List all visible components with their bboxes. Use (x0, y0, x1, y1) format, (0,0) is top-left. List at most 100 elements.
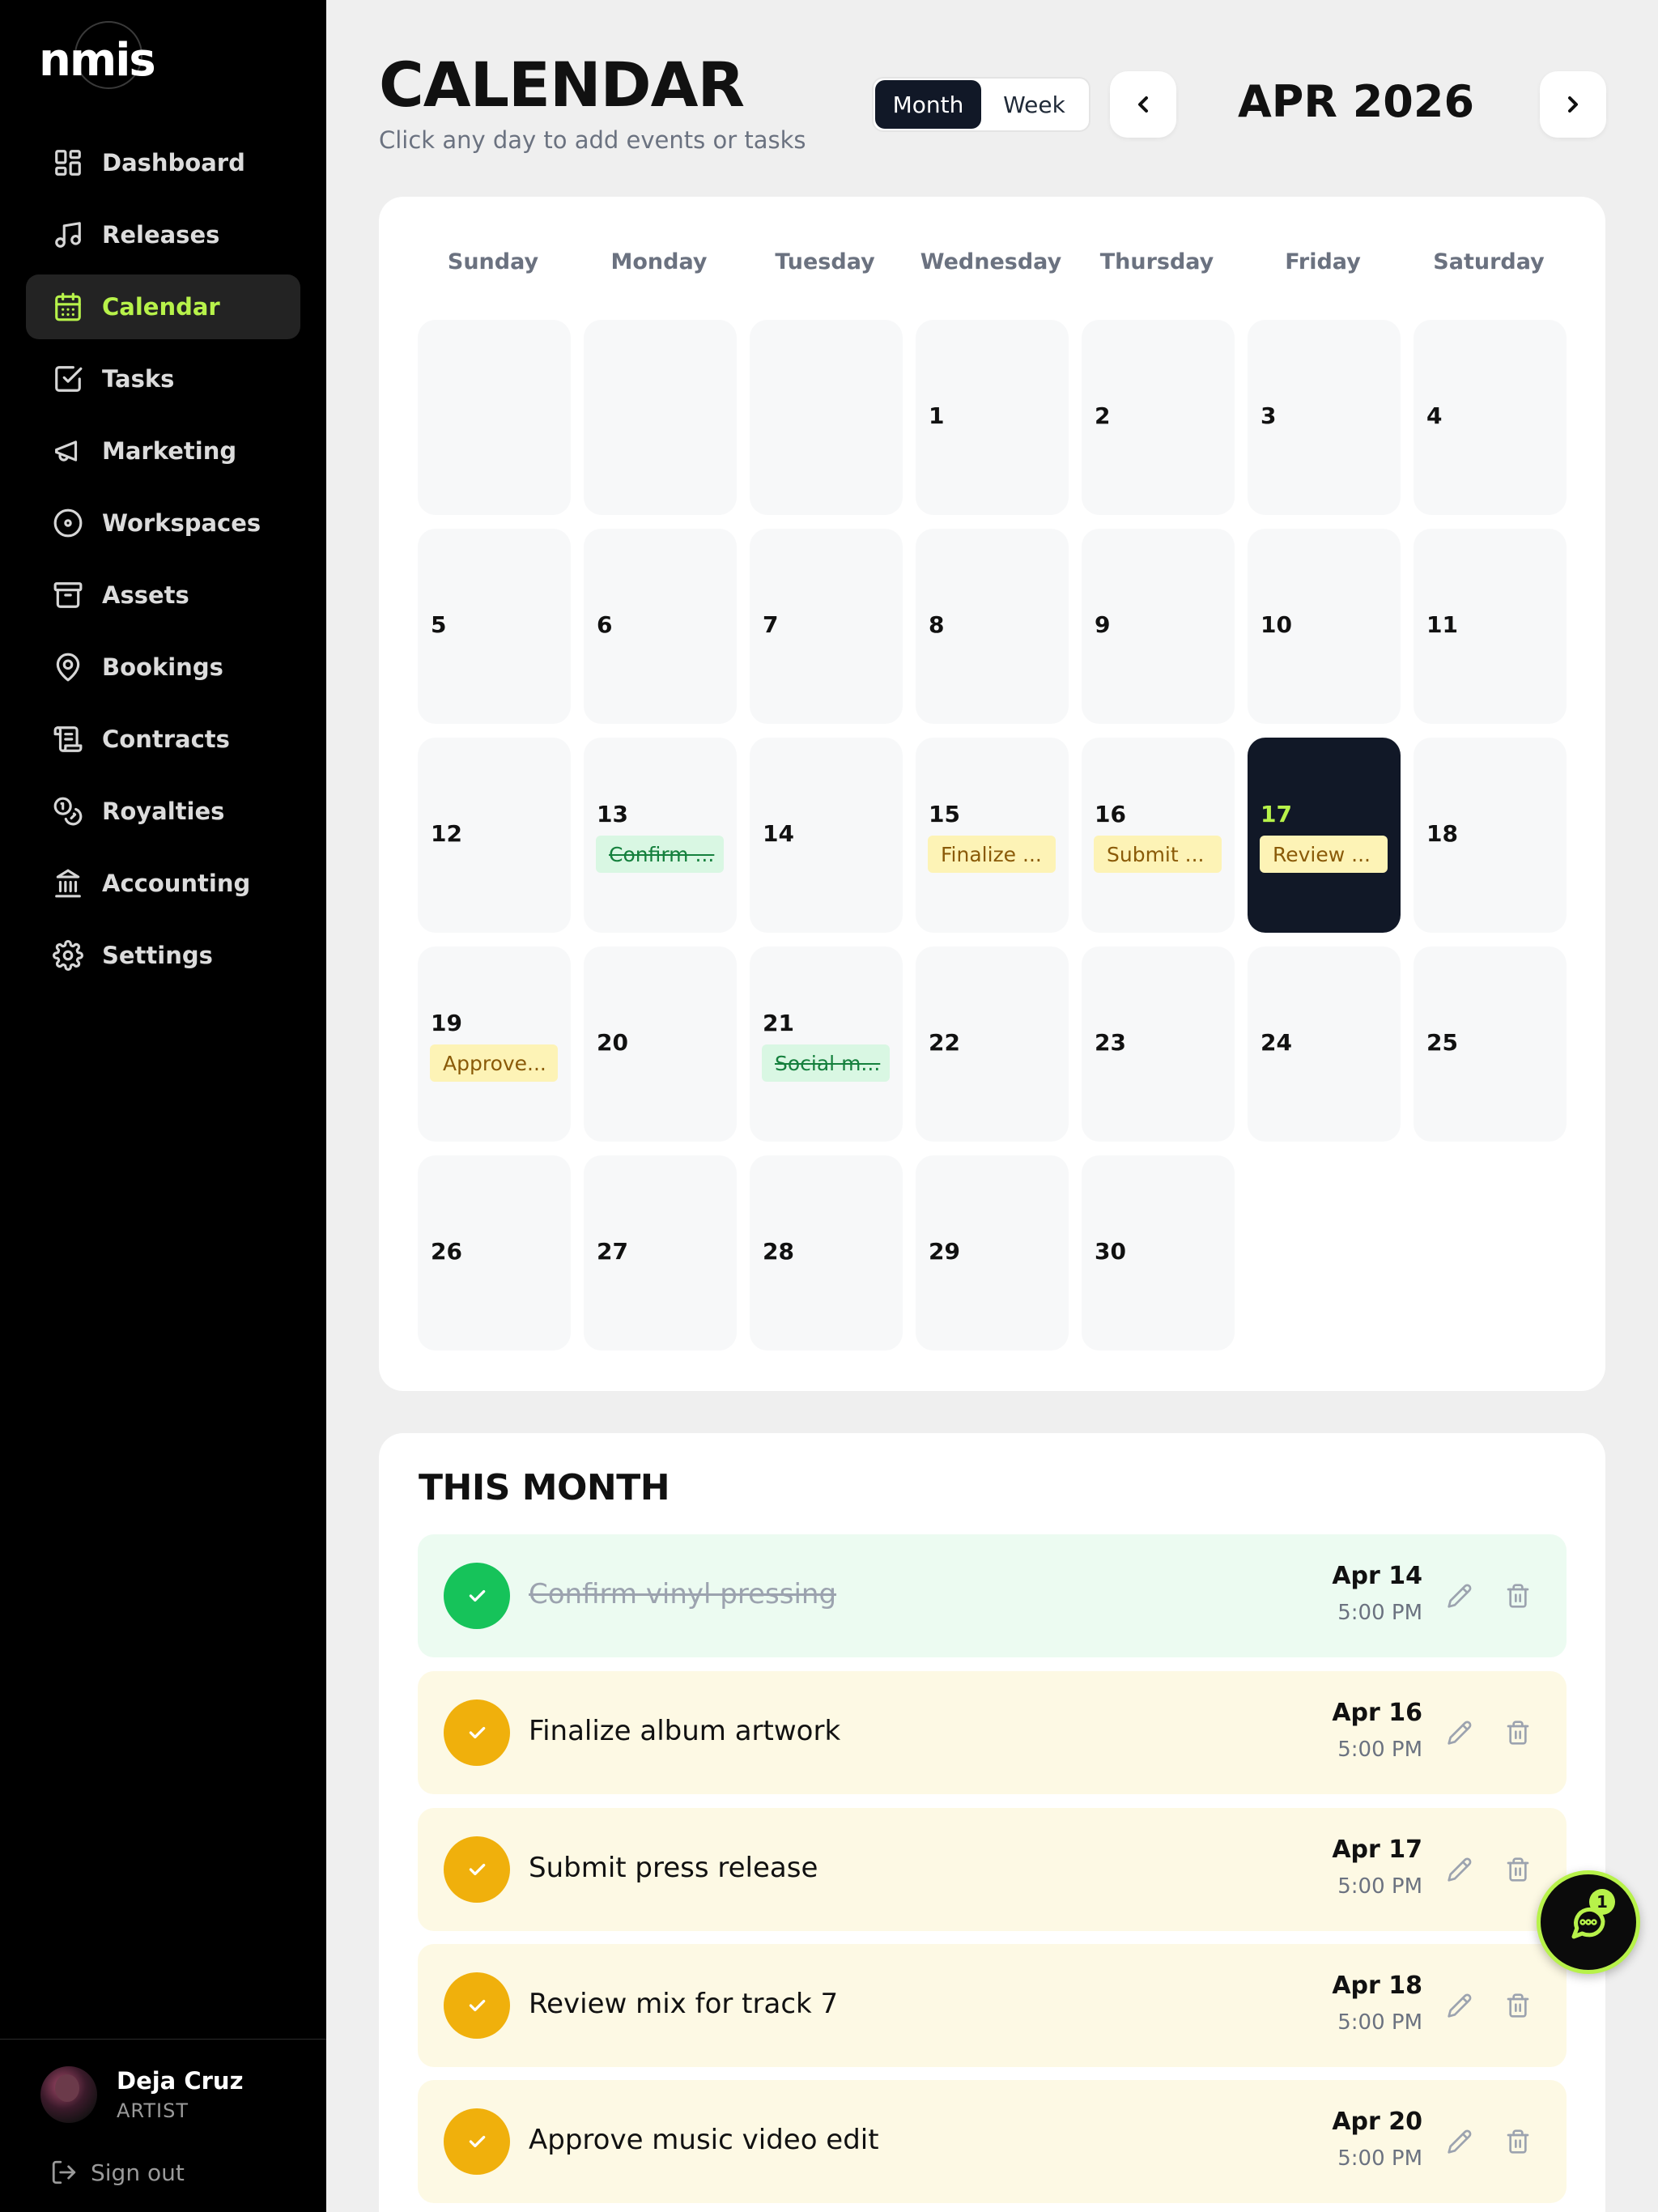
task-date: Apr 14 (1332, 1562, 1422, 1590)
event-chip[interactable]: Review ... (1260, 836, 1388, 873)
coins-icon (52, 795, 84, 827)
edit-task-button[interactable] (1443, 1853, 1476, 1886)
delete-task-button[interactable] (1502, 1989, 1534, 2022)
calendar-day-cell[interactable]: 9 (1082, 529, 1235, 724)
calendar-day-cell[interactable]: 12 (418, 738, 571, 933)
delete-task-button[interactable] (1502, 1853, 1534, 1886)
calendar-day-cell[interactable]: 19 Approve... (418, 946, 571, 1142)
calendar-day-cell[interactable]: 25 (1414, 946, 1567, 1142)
calendar-day-cell[interactable]: 17 Review ... (1248, 738, 1401, 933)
calendar-day-cell[interactable]: 21 Social m... (750, 946, 903, 1142)
calendar-empty-cell[interactable] (584, 320, 737, 515)
edit-task-button[interactable] (1443, 1989, 1476, 2022)
task-complete-toggle[interactable] (444, 1836, 510, 1903)
calendar-day-cell[interactable]: 7 (750, 529, 903, 724)
check-icon (469, 1589, 486, 1602)
calendar-day-cell[interactable]: 28 (750, 1155, 903, 1351)
sidebar-item-settings[interactable]: Settings (26, 923, 300, 988)
calendar-day-cell[interactable]: 16 Submit ... (1082, 738, 1235, 933)
calendar-day-cell[interactable]: 5 (418, 529, 571, 724)
signout-button[interactable]: Sign out (50, 2159, 185, 2186)
calendar-empty-cell[interactable] (750, 320, 903, 515)
page-title: CALENDAR (379, 49, 745, 121)
calendar-day-cell[interactable]: 20 (584, 946, 737, 1142)
calendar-day-cell[interactable]: 8 (916, 529, 1069, 724)
sidebar-item-releases[interactable]: Releases (26, 202, 300, 267)
sidebar-item-tasks[interactable]: Tasks (26, 347, 300, 411)
trash-icon (1507, 1857, 1529, 1882)
calendar-day-cell[interactable]: 18 (1414, 738, 1567, 933)
delete-task-button[interactable] (1502, 2125, 1534, 2158)
pencil-icon (1448, 1857, 1472, 1882)
calendar-day-cell[interactable]: 11 (1414, 529, 1567, 724)
weekday-header: Sunday (447, 249, 539, 274)
pencil-icon (1448, 1721, 1472, 1745)
calendar-day-cell[interactable]: 6 (584, 529, 737, 724)
month-view-button[interactable]: Month (875, 80, 981, 129)
calendar-day-cell[interactable]: 13 Confirm ... (584, 738, 737, 933)
calendar-day-cell[interactable]: 23 (1082, 946, 1235, 1142)
sidebar-item-assets[interactable]: Assets (26, 563, 300, 627)
calendar-day-cell[interactable]: 2 (1082, 320, 1235, 515)
edit-task-button[interactable] (1443, 1580, 1476, 1612)
calendar-day-cell[interactable]: 4 (1414, 320, 1567, 515)
delete-task-button[interactable] (1502, 1580, 1534, 1612)
event-chip[interactable]: Approve... (430, 1044, 558, 1082)
task-row[interactable]: Submit press release Apr 17 5:00 PM (418, 1808, 1567, 1931)
task-row[interactable]: Approve music video edit Apr 20 5:00 PM (418, 2080, 1567, 2203)
sidebar-item-label: Marketing (102, 437, 237, 465)
task-row[interactable]: Confirm vinyl pressing Apr 14 5:00 PM (418, 1534, 1567, 1657)
edit-task-button[interactable] (1443, 1716, 1476, 1749)
disc-icon (52, 507, 84, 539)
calendar-day-cell[interactable]: 14 (750, 738, 903, 933)
user-profile[interactable]: Deja Cruz ARTIST (40, 2066, 243, 2123)
sidebar-item-dashboard[interactable]: Dashboard (26, 130, 300, 195)
calendar-day-cell[interactable]: 1 (916, 320, 1069, 515)
sidebar-item-bookings[interactable]: Bookings (26, 635, 300, 700)
week-view-button[interactable]: Week (981, 80, 1087, 129)
edit-task-button[interactable] (1443, 2125, 1476, 2158)
sidebar-item-workspaces[interactable]: Workspaces (26, 491, 300, 555)
calendar-day-cell[interactable]: 29 (916, 1155, 1069, 1351)
day-number: 24 (1261, 1029, 1292, 1056)
task-time: 5:00 PM (1337, 1738, 1422, 1762)
calendar-day-cell[interactable]: 24 (1248, 946, 1401, 1142)
sidebar-item-accounting[interactable]: Accounting (26, 851, 300, 916)
task-row[interactable]: Finalize album artwork Apr 16 5:00 PM (418, 1671, 1567, 1794)
calendar-empty-cell[interactable] (418, 320, 571, 515)
delete-task-button[interactable] (1502, 1716, 1534, 1749)
task-row[interactable]: Review mix for track 7 Apr 18 5:00 PM (418, 1944, 1567, 2067)
calendar-day-cell[interactable]: 26 (418, 1155, 571, 1351)
prev-month-button[interactable] (1110, 71, 1176, 138)
day-number: 10 (1261, 611, 1292, 638)
bank-icon (52, 867, 84, 900)
task-time: 5:00 PM (1337, 2010, 1422, 2035)
task-complete-toggle[interactable] (444, 1699, 510, 1766)
sidebar-item-label: Workspaces (102, 509, 261, 537)
task-complete-toggle[interactable] (444, 2108, 510, 2175)
brand-logo[interactable]: nmis (39, 21, 185, 89)
current-month: APR 2026 (1237, 76, 1475, 127)
event-chip[interactable]: Submit ... (1094, 836, 1222, 873)
calendar-day-cell[interactable]: 10 (1248, 529, 1401, 724)
calendar-day-cell[interactable]: 3 (1248, 320, 1401, 515)
calendar-day-cell[interactable]: 27 (584, 1155, 737, 1351)
sidebar-item-calendar[interactable]: Calendar (26, 274, 300, 339)
sidebar-item-contracts[interactable]: Contracts (26, 707, 300, 772)
next-month-button[interactable] (1540, 71, 1606, 138)
calendar-day-cell[interactable]: 30 (1082, 1155, 1235, 1351)
task-complete-toggle[interactable] (444, 1972, 510, 2039)
task-complete-toggle[interactable] (444, 1563, 510, 1629)
event-chip[interactable]: Social m... (762, 1044, 890, 1082)
calendar-day-cell[interactable]: 22 (916, 946, 1069, 1142)
sidebar-item-royalties[interactable]: Royalties (26, 779, 300, 844)
task-title: Approve music video edit (529, 2124, 879, 2156)
weekday-header: Monday (610, 249, 708, 274)
sidebar-item-label: Contracts (102, 725, 230, 753)
sidebar-item-marketing[interactable]: Marketing (26, 419, 300, 483)
chat-button[interactable]: 1 (1537, 1870, 1640, 1974)
event-chip[interactable]: Confirm ... (596, 836, 724, 873)
event-chip[interactable]: Finalize ... (928, 836, 1056, 873)
task-title: Review mix for track 7 (529, 1988, 839, 2020)
calendar-day-cell[interactable]: 15 Finalize ... (916, 738, 1069, 933)
